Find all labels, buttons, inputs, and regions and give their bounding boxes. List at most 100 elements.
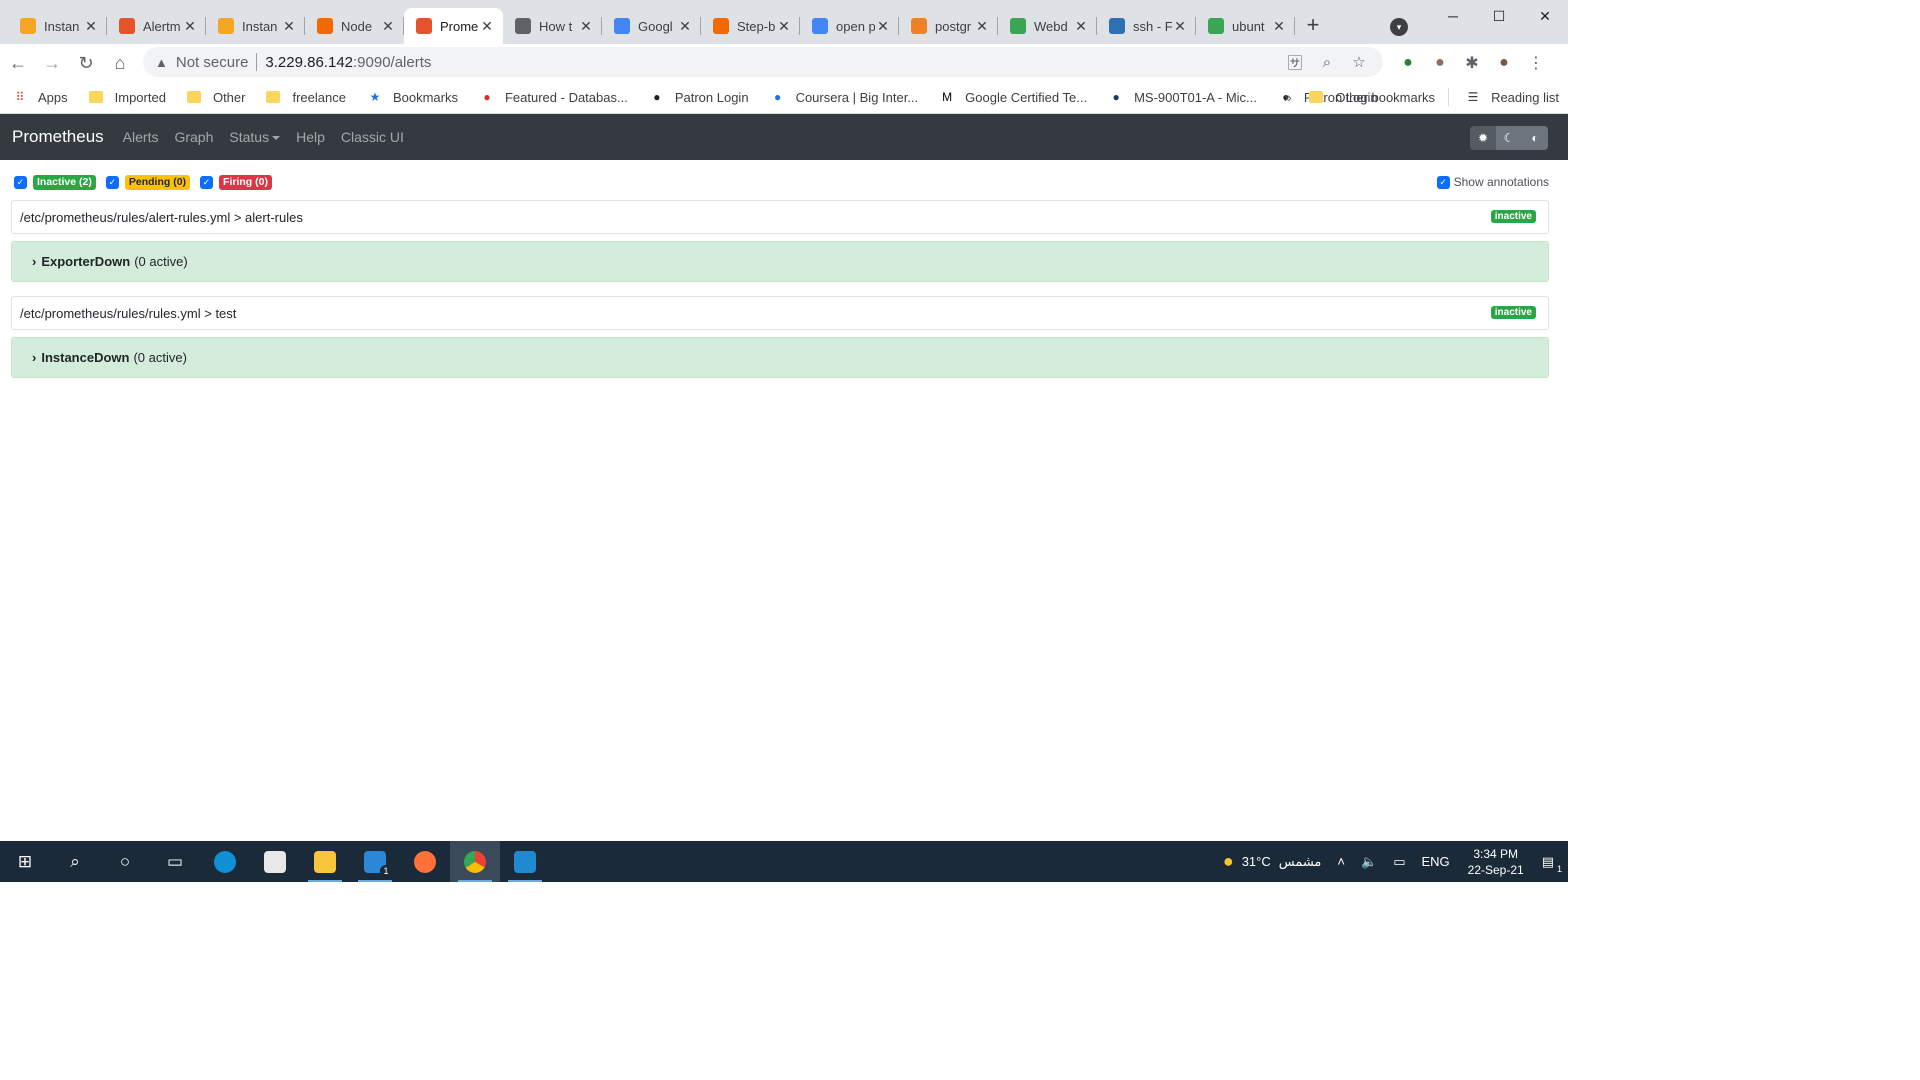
chrome-icon[interactable] xyxy=(450,841,500,882)
tab-close-icon[interactable]: ✕ xyxy=(677,18,693,34)
forward-button[interactable]: → xyxy=(36,49,68,77)
checkbox-checked-icon[interactable]: ✓ xyxy=(14,176,27,189)
firefox-icon[interactable] xyxy=(400,841,450,882)
tab-close-icon[interactable]: ✕ xyxy=(776,18,792,34)
light-theme-icon[interactable]: ✹ xyxy=(1470,126,1496,150)
nav-help[interactable]: Help xyxy=(288,129,333,145)
edge-browser-icon[interactable] xyxy=(200,841,250,882)
browser-tab[interactable]: Googl ✕ xyxy=(602,8,701,44)
extensions-puzzle-icon[interactable]: ✱ xyxy=(1456,53,1488,73)
reload-button[interactable]: ↻ xyxy=(70,49,102,77)
clock-date: 22-Sep-21 xyxy=(1467,862,1524,877)
mail-icon[interactable]: 1 xyxy=(350,841,400,882)
tab-close-icon[interactable]: ✕ xyxy=(479,18,495,34)
browser-tab[interactable]: Webd ✕ xyxy=(998,8,1097,44)
tab-close-icon[interactable]: ✕ xyxy=(83,18,99,34)
show-annotations-toggle[interactable]: ✓ Show annotations xyxy=(1436,175,1549,189)
bookmark-item[interactable]: ⠿ Apps xyxy=(0,89,77,105)
tab-close-icon[interactable]: ✕ xyxy=(974,18,990,34)
dark-theme-icon[interactable]: ☾ xyxy=(1496,126,1522,150)
minimize-button[interactable]: ─ xyxy=(1430,0,1476,32)
file-explorer-icon[interactable] xyxy=(300,841,350,882)
bookmark-item[interactable]: M Google Certified Te... xyxy=(927,89,1096,105)
bookmark-item[interactable]: ● Coursera | Big Inter... xyxy=(758,89,928,105)
auto-theme-icon[interactable]: ◐ xyxy=(1522,126,1548,150)
address-bar[interactable]: ▲ Not secure 3.229.86.142:9090/alerts 🈂 … xyxy=(143,47,1383,77)
bookmark-item[interactable]: Other xyxy=(175,90,255,105)
browser-tab[interactable]: ssh - F ✕ xyxy=(1097,8,1196,44)
network-icon[interactable]: ▭ xyxy=(1385,854,1413,870)
caret-down-icon xyxy=(272,136,281,141)
language-indicator[interactable]: ENG xyxy=(1413,854,1457,869)
browser-tab[interactable]: Step-b ✕ xyxy=(701,8,800,44)
home-button[interactable]: ⌂ xyxy=(104,49,136,77)
browser-tab[interactable]: How t ✕ xyxy=(503,8,602,44)
checkbox-checked-icon[interactable]: ✓ xyxy=(200,176,214,189)
volume-icon[interactable]: 🔈 xyxy=(1353,854,1385,870)
bookmark-star-icon[interactable]: ☆ xyxy=(1343,53,1375,71)
nav-status-dropdown[interactable]: Status xyxy=(221,129,288,145)
weather-sun-icon[interactable]: ● xyxy=(1215,851,1242,872)
browser-tab[interactable]: Instan ✕ xyxy=(8,8,107,44)
new-tab-button[interactable]: + xyxy=(1295,8,1331,44)
nav-graph[interactable]: Graph xyxy=(166,129,221,145)
search-icon[interactable]: ⌕ xyxy=(50,841,100,882)
alert-rule-row[interactable]: › InstanceDown (0 active) xyxy=(11,337,1549,378)
other-bookmarks[interactable]: Other bookmarks xyxy=(1297,90,1444,105)
profile-avatar[interactable]: ● xyxy=(1488,54,1520,72)
bookmark-item[interactable]: ★ Bookmarks xyxy=(355,89,467,105)
translate-icon[interactable]: 🈂 xyxy=(1279,52,1311,73)
bookmark-item[interactable]: Imported xyxy=(77,90,175,105)
browser-tab[interactable]: Prome ✕ xyxy=(404,8,503,44)
nav-classic-ui[interactable]: Classic UI xyxy=(333,129,412,145)
filter-pending[interactable]: ✓ Pending (0) xyxy=(105,175,191,190)
browser-tab[interactable]: Alertm ✕ xyxy=(107,8,206,44)
filter-firing[interactable]: ✓ Firing (0) xyxy=(200,175,272,190)
tab-close-icon[interactable]: ✕ xyxy=(1073,18,1089,34)
chevron-up-icon[interactable]: ˄ xyxy=(1329,854,1353,869)
tab-close-icon[interactable]: ✕ xyxy=(1271,18,1287,34)
tab-close-icon[interactable]: ✕ xyxy=(578,18,594,34)
bookmark-item[interactable]: ● MS-900T01-A - Mic... xyxy=(1096,89,1266,105)
alert-rule-row[interactable]: › ExporterDown (0 active) xyxy=(11,241,1549,282)
cortana-icon[interactable]: ○ xyxy=(100,841,150,882)
checkbox-checked-icon[interactable]: ✓ xyxy=(1436,175,1450,189)
browser-tab[interactable]: Instan ✕ xyxy=(206,8,305,44)
clock[interactable]: 3:34 PM 22-Sep-21 xyxy=(1458,846,1534,878)
tab-search-icon[interactable]: ▾ xyxy=(1390,18,1408,36)
back-button[interactable]: ← xyxy=(2,49,34,77)
tab-close-icon[interactable]: ✕ xyxy=(875,18,891,34)
tab-close-icon[interactable]: ✕ xyxy=(281,18,297,34)
filter-inactive[interactable]: ✓ Inactive (2) xyxy=(14,175,96,190)
weather-temp[interactable]: 31°C xyxy=(1242,854,1279,869)
menu-kebab-icon[interactable]: ⋮ xyxy=(1520,53,1552,73)
maximize-button[interactable]: ☐ xyxy=(1476,0,1522,32)
tab-close-icon[interactable]: ✕ xyxy=(1172,18,1188,34)
zoom-icon[interactable]: ⌕ xyxy=(1311,54,1343,71)
bookmark-item[interactable]: ● Featured - Databas... xyxy=(467,89,637,105)
browser-tab[interactable]: postgr ✕ xyxy=(899,8,998,44)
windows-start-icon[interactable]: ⊞ xyxy=(0,841,50,882)
more-bookmarks-button[interactable]: » xyxy=(1284,89,1292,105)
task-view-icon[interactable]: ▭ xyxy=(150,841,200,882)
bookmark-item[interactable]: ● Patron Login xyxy=(637,89,758,105)
browser-tab[interactable]: Node ✕ xyxy=(305,8,404,44)
weather-condition[interactable]: مشمس xyxy=(1279,854,1330,870)
checkbox-checked-icon[interactable]: ✓ xyxy=(105,176,119,189)
browser-tab[interactable]: ubunt ✕ xyxy=(1196,8,1295,44)
brand-logo[interactable]: Prometheus xyxy=(12,127,104,147)
vscode-icon[interactable] xyxy=(500,841,550,882)
tab-close-icon[interactable]: ✕ xyxy=(380,18,396,34)
nav-alerts[interactable]: Alerts xyxy=(115,129,167,145)
store-icon[interactable] xyxy=(250,841,300,882)
globe-extension-icon[interactable]: ● xyxy=(1392,54,1424,72)
reading-list[interactable]: ☰ Reading list xyxy=(1453,89,1568,105)
notification-center-icon[interactable]: ▤ 1 xyxy=(1534,854,1568,874)
cookie-extension-icon[interactable]: ● xyxy=(1424,54,1456,72)
close-window-button[interactable]: ✕ xyxy=(1522,0,1568,32)
bookmark-item[interactable]: freelance xyxy=(254,90,354,105)
tab-close-icon[interactable]: ✕ xyxy=(182,18,198,34)
prometheus-flame-icon xyxy=(119,18,135,34)
windows-taskbar: ⊞ ⌕ ○ ▭ 1 ● 31°C مشمس ˄ 🔈 ▭ ENG 3:34 PM … xyxy=(0,841,1568,882)
browser-tab[interactable]: open p ✕ xyxy=(800,8,899,44)
